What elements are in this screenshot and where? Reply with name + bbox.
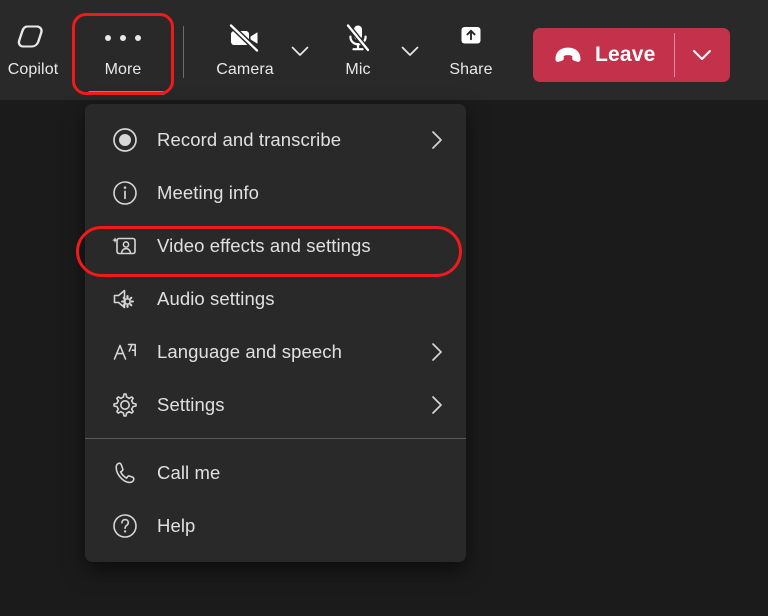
mic-off-icon — [342, 21, 374, 55]
leave-button-group: Leave — [533, 28, 730, 82]
mic-label: Mic — [345, 61, 371, 78]
leave-options-chevron-down-icon[interactable] — [675, 28, 730, 82]
speaker-gear-icon — [109, 283, 141, 315]
menu-item-language-and-speech[interactable]: Language and speech — [85, 325, 466, 378]
camera-off-icon — [226, 21, 264, 55]
copilot-label: Copilot — [7, 61, 59, 78]
camera-button[interactable]: Camera — [196, 10, 294, 90]
menu-item-label: Language and speech — [157, 340, 343, 362]
menu-item-label: Record and transcribe — [157, 128, 342, 150]
help-circle-icon — [109, 510, 141, 542]
menu-item-help[interactable]: Help — [85, 499, 466, 552]
mic-button[interactable]: Mic — [320, 10, 396, 90]
copilot-icon — [16, 21, 50, 55]
mic-options-chevron-down-icon[interactable] — [395, 36, 425, 66]
chevron-right-icon — [428, 342, 446, 362]
more-dots-icon — [105, 21, 141, 55]
menu-item-label: Call me — [157, 461, 221, 483]
menu-item-label: Meeting info — [157, 181, 259, 203]
menu-item-meeting-info[interactable]: Meeting info — [85, 166, 466, 219]
camera-options-chevron-down-icon[interactable] — [285, 36, 315, 66]
meeting-toolbar: Copilot More Camera Mic Share Leave — [0, 0, 768, 100]
copilot-button[interactable]: Copilot — [0, 10, 66, 90]
menu-separator — [85, 438, 466, 439]
menu-item-label: Video effects and settings — [157, 234, 371, 256]
leave-button[interactable]: Leave — [533, 28, 674, 82]
menu-item-label: Settings — [157, 393, 225, 415]
menu-item-label: Audio settings — [157, 287, 275, 309]
gear-icon — [109, 389, 141, 421]
more-label: More — [104, 61, 142, 78]
share-button[interactable]: Share — [430, 10, 512, 90]
info-circle-icon — [109, 177, 141, 209]
more-active-indicator — [88, 91, 165, 95]
menu-item-video-effects-and-settings[interactable]: Video effects and settings — [85, 219, 466, 272]
record-icon — [109, 124, 141, 156]
hang-up-icon — [553, 46, 583, 64]
menu-item-record-and-transcribe[interactable]: Record and transcribe — [85, 113, 466, 166]
share-label: Share — [449, 61, 493, 78]
share-screen-icon — [456, 21, 486, 55]
video-effects-icon — [109, 230, 141, 262]
more-button[interactable]: More — [74, 10, 172, 90]
teams-meeting-window: Copilot More Camera Mic Share Leave Reco… — [0, 0, 768, 616]
camera-label: Camera — [216, 61, 274, 78]
chevron-right-icon — [428, 395, 446, 415]
phone-icon — [109, 457, 141, 489]
chevron-right-icon — [428, 130, 446, 150]
toolbar-divider — [183, 26, 184, 78]
menu-item-call-me[interactable]: Call me — [85, 446, 466, 499]
menu-item-settings[interactable]: Settings — [85, 378, 466, 431]
menu-item-audio-settings[interactable]: Audio settings — [85, 272, 466, 325]
more-options-menu: Record and transcribe Meeting info Video… — [85, 104, 466, 562]
translate-icon — [109, 336, 141, 368]
leave-label: Leave — [595, 43, 656, 66]
menu-item-label: Help — [157, 514, 196, 536]
